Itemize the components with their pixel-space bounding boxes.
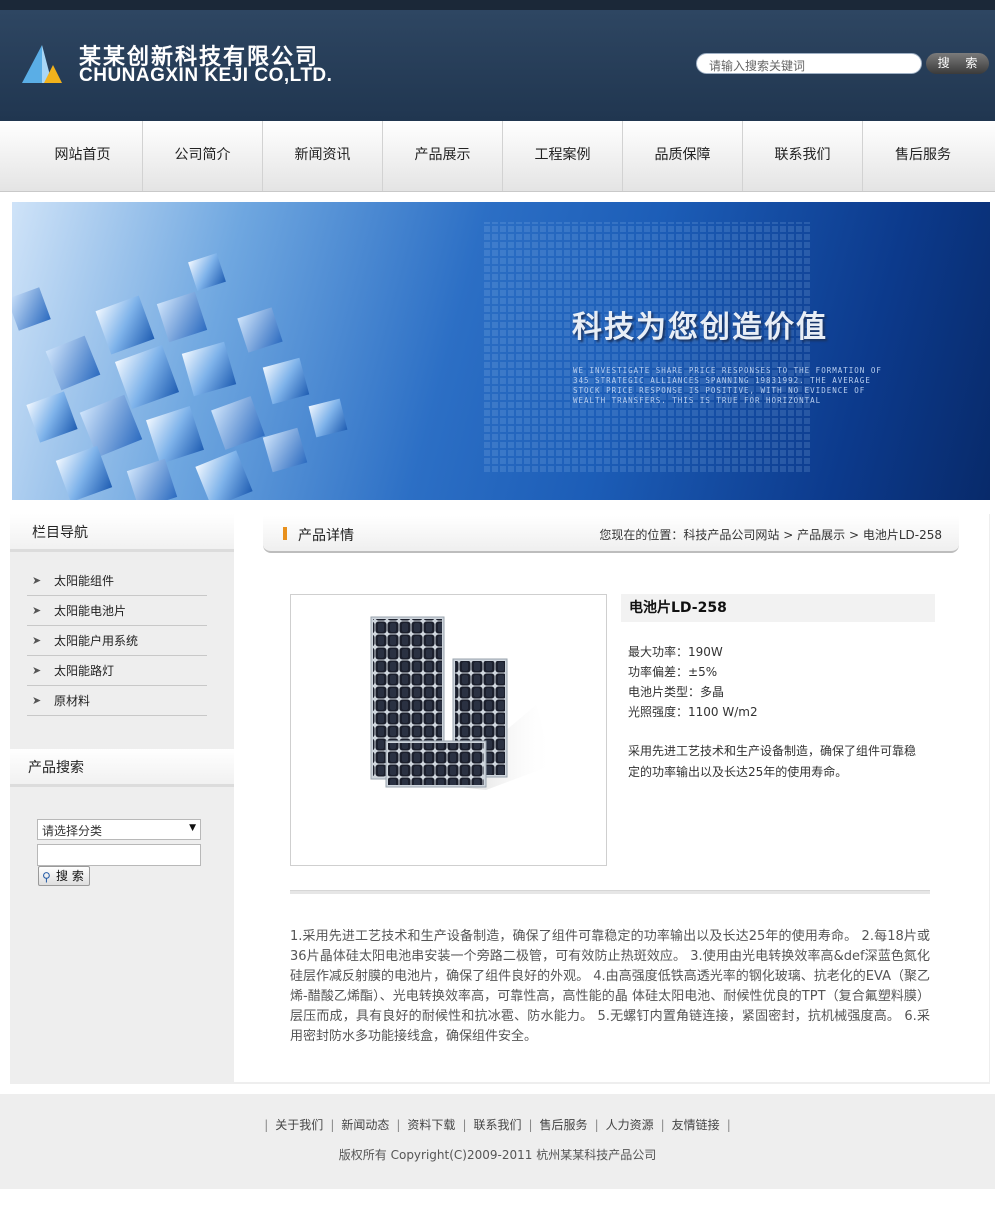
main-nav: 网站首页 公司简介 新闻资讯 产品展示 工程案例 品质保障 联系我们 售后服务	[0, 121, 995, 192]
product-description: 1.采用先进工艺技术和生产设备制造，确保了组件可靠稳定的功率输出以及长达25年的…	[290, 929, 930, 1044]
nav-item-cases[interactable]: 工程案例	[503, 121, 623, 191]
footer-separator: |	[462, 1118, 467, 1132]
search-button[interactable]: 搜 索	[926, 53, 989, 74]
category-select-value: 请选择分类	[42, 824, 103, 838]
arrow-right-icon: ➤	[32, 694, 42, 707]
site-footer	[0, 1094, 995, 1189]
sidebar-item-solar-module[interactable]: ➤ 太阳能组件	[27, 566, 207, 596]
spec-row: 电池片类型：多晶	[628, 682, 758, 702]
search-input[interactable]: 请输入搜索关键词	[696, 53, 922, 74]
product-search-button-label: 搜 索	[56, 869, 84, 883]
spec-label: 最大功率：	[628, 645, 689, 659]
footer-separator: |	[594, 1118, 599, 1132]
sidebar-nav-title: 栏目导航	[10, 514, 234, 552]
hero-banner: 科技为您创造价值 WE INVESTIGATE SHARE PRICE RESP…	[12, 202, 990, 500]
sidebar-item-street-light[interactable]: ➤ 太阳能路灯	[27, 656, 207, 686]
footer-link-contact[interactable]: 联系我们	[473, 1118, 521, 1132]
sidebar-item-home-system[interactable]: ➤ 太阳能户用系统	[27, 626, 207, 656]
spec-row: 最大功率：190W	[628, 642, 758, 662]
arrow-right-icon: ➤	[32, 574, 42, 587]
spec-row: 功率偏差：±5%	[628, 662, 758, 682]
footer-separator: |	[660, 1118, 665, 1132]
arrow-right-icon: ➤	[32, 664, 42, 677]
nav-item-about[interactable]: 公司简介	[143, 121, 263, 191]
spec-value: 多晶	[700, 685, 725, 699]
spec-row: 光照强度：1100 W/m2	[628, 702, 758, 722]
footer-link-hr[interactable]: 人力资源	[606, 1118, 654, 1132]
logo-icon	[22, 45, 62, 83]
footer-separator: |	[726, 1118, 731, 1132]
spec-label: 电池片类型：	[628, 685, 701, 699]
breadcrumb-home-link[interactable]: 科技产品公司网站	[683, 528, 779, 542]
nav-item-products[interactable]: 产品展示	[383, 121, 503, 191]
breadcrumb-prefix: 您现在的位置：	[599, 528, 684, 542]
footer-link-news[interactable]: 新闻动态	[341, 1118, 389, 1132]
banner-title: 科技为您创造价值	[572, 310, 828, 345]
product-summary: 采用先进工艺技术和生产设备制造，确保了组件可靠稳定的功率输出以及长达25年的使用…	[628, 744, 917, 779]
spec-label: 功率偏差：	[628, 665, 689, 679]
breadcrumb: 您现在的位置：科技产品公司网站 > 产品展示 > 电池片LD-258	[599, 526, 942, 543]
product-specs: 最大功率：190W 功率偏差：±5% 电池片类型：多晶 光照强度：1100 W/…	[628, 642, 758, 722]
title-marker	[283, 527, 287, 540]
spec-value: 1100 W/m2	[688, 705, 758, 719]
spec-label: 光照强度：	[628, 705, 689, 719]
search-icon: ⚲	[42, 870, 51, 884]
footer-separator: |	[264, 1118, 269, 1132]
company-name-en: CHUNAGXIN KEJI CO,LTD.	[79, 65, 333, 86]
arrow-right-icon: ➤	[32, 604, 42, 617]
solar-panel-image	[370, 616, 553, 790]
footer-link-downloads[interactable]: 资料下载	[407, 1118, 455, 1132]
sidebar-item-label: 太阳能电池片	[54, 604, 127, 618]
content-divider	[290, 890, 930, 894]
sidebar-item-raw-material[interactable]: ➤ 原材料	[27, 686, 207, 716]
product-search-button[interactable]: ⚲ 搜 索	[38, 866, 90, 886]
sidebar-item-label: 原材料	[54, 694, 91, 708]
spec-value: 190W	[688, 645, 723, 659]
breadcrumb-separator: >	[779, 528, 798, 542]
sidebar-item-solar-cell[interactable]: ➤ 太阳能电池片	[27, 596, 207, 626]
breadcrumb-category-link[interactable]: 产品展示	[797, 528, 845, 542]
nav-item-service[interactable]: 售后服务	[863, 121, 983, 191]
nav-item-quality[interactable]: 品质保障	[623, 121, 743, 191]
copyright-text: 版权所有 Copyright(C)2009-2011 杭州某某科技产品公司	[338, 1148, 657, 1162]
breadcrumb-separator: >	[845, 528, 863, 542]
product-name: 电池片LD-258	[621, 594, 935, 622]
footer-link-about[interactable]: 关于我们	[275, 1118, 323, 1132]
product-search-title: 产品搜索	[10, 749, 234, 787]
nav-item-contact[interactable]: 联系我们	[743, 121, 863, 191]
nav-item-home[interactable]: 网站首页	[23, 121, 143, 191]
sidebar-item-label: 太阳能组件	[54, 574, 115, 588]
category-select[interactable]: 请选择分类 ▼	[37, 819, 201, 840]
site-header: 某某创新科技有限公司 CHUNAGXIN KEJI CO,LTD. 请输入搜索关…	[0, 10, 995, 121]
footer-separator: |	[528, 1118, 533, 1132]
breadcrumb-current: 电池片LD-258	[862, 528, 942, 542]
top-strip	[0, 0, 995, 10]
product-image	[290, 594, 607, 866]
sidebar-nav-list: ➤ 太阳能组件 ➤ 太阳能电池片 ➤ 太阳能户用系统 ➤ 太阳能路灯 ➤ 原材料	[27, 566, 207, 716]
sidebar-item-label: 太阳能路灯	[54, 664, 115, 678]
footer-separator: |	[330, 1118, 335, 1132]
chevron-down-icon: ▼	[189, 823, 196, 833]
banner-subtitle: WE INVESTIGATE SHARE PRICE RESPONSES TO …	[573, 366, 882, 405]
banner-cubes-graphic	[12, 222, 812, 500]
keyword-input[interactable]	[37, 844, 201, 866]
footer-link-friends[interactable]: 友情链接	[672, 1118, 720, 1132]
sidebar-item-label: 太阳能户用系统	[54, 634, 139, 648]
footer-separator: |	[396, 1118, 401, 1132]
nav-item-news[interactable]: 新闻资讯	[263, 121, 383, 191]
footer-links: | 关于我们 | 新闻动态 | 资料下载 | 联系我们 | 售后服务 | 人力资源 | 友情链接 |	[0, 1116, 995, 1133]
arrow-right-icon: ➤	[32, 634, 42, 647]
section-title: 产品详情	[298, 528, 354, 544]
footer-link-service[interactable]: 售后服务	[540, 1118, 588, 1132]
spec-value: ±5%	[688, 665, 718, 679]
